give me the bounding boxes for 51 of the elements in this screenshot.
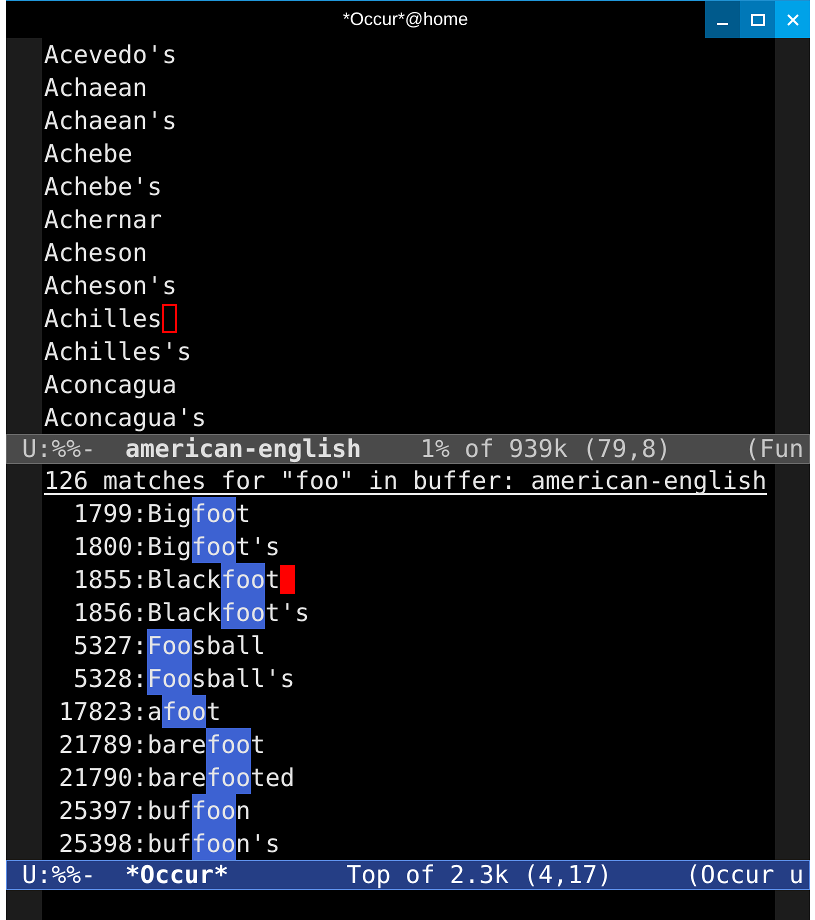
match-highlight: foo: [221, 563, 266, 596]
text-line: Achebe's: [44, 171, 162, 203]
buffer-name: *Occur*: [125, 861, 229, 889]
match-highlight: foo: [206, 728, 251, 761]
text-line: Achernar: [44, 204, 162, 236]
match-highlight: foo: [192, 827, 236, 860]
match-highlight: foo: [206, 761, 251, 794]
text-line: Aconcagua's: [44, 402, 206, 434]
buffer-position: 1% of 939k (79,8): [420, 435, 672, 463]
text-line: Achaean's: [44, 105, 177, 137]
text-line: Acheson: [44, 237, 148, 269]
maximize-icon: [750, 14, 764, 26]
occur-header: 126 matches for "foo" in buffer: american-english: [44, 464, 767, 495]
match-line[interactable]: 25397:buffoon: [44, 794, 251, 827]
maximize-button[interactable]: [740, 1, 775, 38]
text-line: Aconcagua: [44, 369, 177, 401]
mode-line-status: U:%%-: [22, 861, 96, 889]
text-line: Achaean: [44, 72, 148, 104]
match-highlight: foo: [162, 695, 206, 728]
match-line[interactable]: 1799:Bigfoot: [44, 497, 251, 530]
match-highlight: foo: [192, 530, 236, 563]
match-line[interactable]: 1800:Bigfoot's: [44, 530, 280, 563]
buffer-name: american-english: [125, 435, 362, 463]
match-line[interactable]: 5328:Foosball's: [44, 662, 295, 695]
match-line[interactable]: 17823:afoot: [44, 695, 222, 728]
right-fringe: [775, 890, 810, 920]
match-highlight: Foo: [147, 662, 192, 695]
text-line: Acevedo's: [44, 39, 177, 71]
text-line: Achebe: [44, 138, 133, 170]
match-line[interactable]: 21789:barefoot: [44, 728, 266, 761]
text-line: Acheson's: [44, 270, 177, 302]
minimize-icon: [717, 23, 728, 25]
match-highlight: foo: [192, 497, 236, 530]
text-line: Achilles: [44, 303, 162, 335]
window-title: *Occur*@home: [342, 8, 470, 31]
match-line[interactable]: 21790:barefooted: [44, 761, 295, 794]
close-icon: [786, 14, 798, 26]
text-line: Achilles's: [44, 336, 192, 368]
major-mode: (Fun: [744, 435, 804, 463]
match-line[interactable]: 1856:Blackfoot's: [44, 596, 310, 629]
match-line[interactable]: 1855:Blackfoot: [44, 563, 280, 596]
left-fringe: [6, 890, 42, 920]
mode-line-status: U:%%-: [22, 435, 96, 463]
match-line[interactable]: 25398:buffoon's: [44, 827, 280, 860]
buffer-position: Top of 2.3k (4,17): [346, 861, 612, 889]
major-mode: (Occur u: [686, 861, 804, 889]
match-highlight: Foo: [147, 629, 192, 662]
match-highlight: foo: [192, 794, 236, 827]
match-line[interactable]: 5327:Foosball: [44, 629, 266, 662]
match-highlight: foo: [221, 596, 266, 629]
close-button[interactable]: [775, 1, 810, 38]
